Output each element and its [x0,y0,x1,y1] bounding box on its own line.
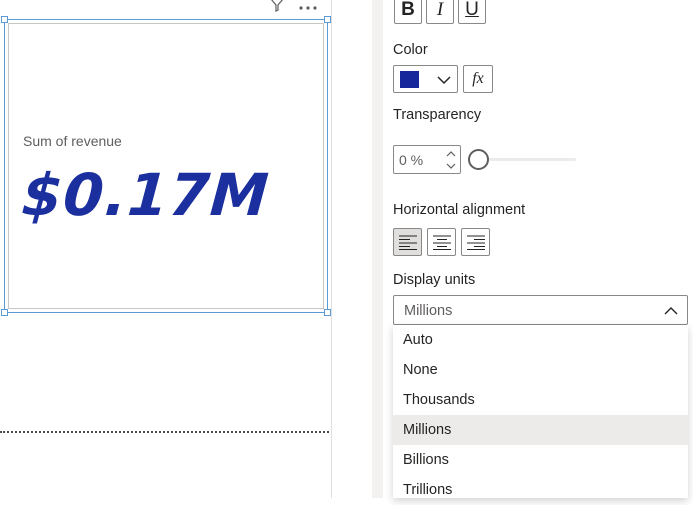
transparency-value: 0 % [399,152,424,168]
resize-handle-top-left[interactable] [1,16,8,23]
text-style-buttons: B I U [394,0,486,24]
resize-handle-bottom-left[interactable] [1,309,8,316]
pane-scroll-strip [372,0,383,498]
align-center-button[interactable] [427,228,456,256]
card-data-label: $0.17M [19,161,272,229]
dropdown-option-auto[interactable]: Auto [393,325,688,355]
visual-header-toolbar [270,0,318,14]
more-options-icon[interactable] [298,0,318,16]
align-right-button[interactable] [461,228,490,256]
align-right-icon [466,235,485,250]
display-units-select[interactable]: Millions [393,295,688,325]
align-center-icon [432,235,451,250]
format-pane: B I U Color fx Transparency 0 % Horizont… [383,0,693,498]
transparency-slider-thumb[interactable] [468,149,489,170]
align-left-button[interactable] [393,228,422,256]
dropdown-option-trillions[interactable]: Trillions [393,475,688,505]
alignment-buttons [393,228,490,256]
display-units-label: Display units [393,272,476,288]
color-label: Color [393,42,428,58]
filter-icon[interactable] [270,0,284,17]
underline-button[interactable]: U [458,0,486,24]
pane-gutter [332,0,372,498]
dropdown-option-billions[interactable]: Billions [393,445,688,475]
resize-handle-top-right[interactable] [324,16,331,23]
dropdown-option-millions[interactable]: Millions [393,415,688,445]
dropdown-option-none[interactable]: None [393,355,688,385]
display-units-selected-value: Millions [404,303,453,319]
color-picker[interactable] [393,65,458,93]
page-boundary-line [0,431,329,433]
transparency-input[interactable]: 0 % [393,145,461,174]
color-swatch [400,71,419,88]
align-left-icon [398,235,417,250]
italic-button[interactable]: I [426,0,454,24]
conditional-format-button[interactable]: fx [463,65,493,93]
chevron-down-icon [436,73,452,91]
report-canvas: Sum of revenue $0.17M [0,0,331,498]
display-units-dropdown: Auto None Thousands Millions Billions Tr… [393,325,688,498]
bold-button[interactable]: B [394,0,422,24]
spinner-arrows-icon[interactable] [445,148,457,172]
horizontal-alignment-label: Horizontal alignment [393,202,526,218]
card-visual[interactable]: Sum of revenue $0.17M [4,19,328,313]
chevron-up-icon [663,304,679,322]
transparency-label: Transparency [393,107,482,123]
card-category-label: Sum of revenue [23,133,122,149]
dropdown-option-thousands[interactable]: Thousands [393,385,688,415]
resize-handle-bottom-right[interactable] [324,309,331,316]
